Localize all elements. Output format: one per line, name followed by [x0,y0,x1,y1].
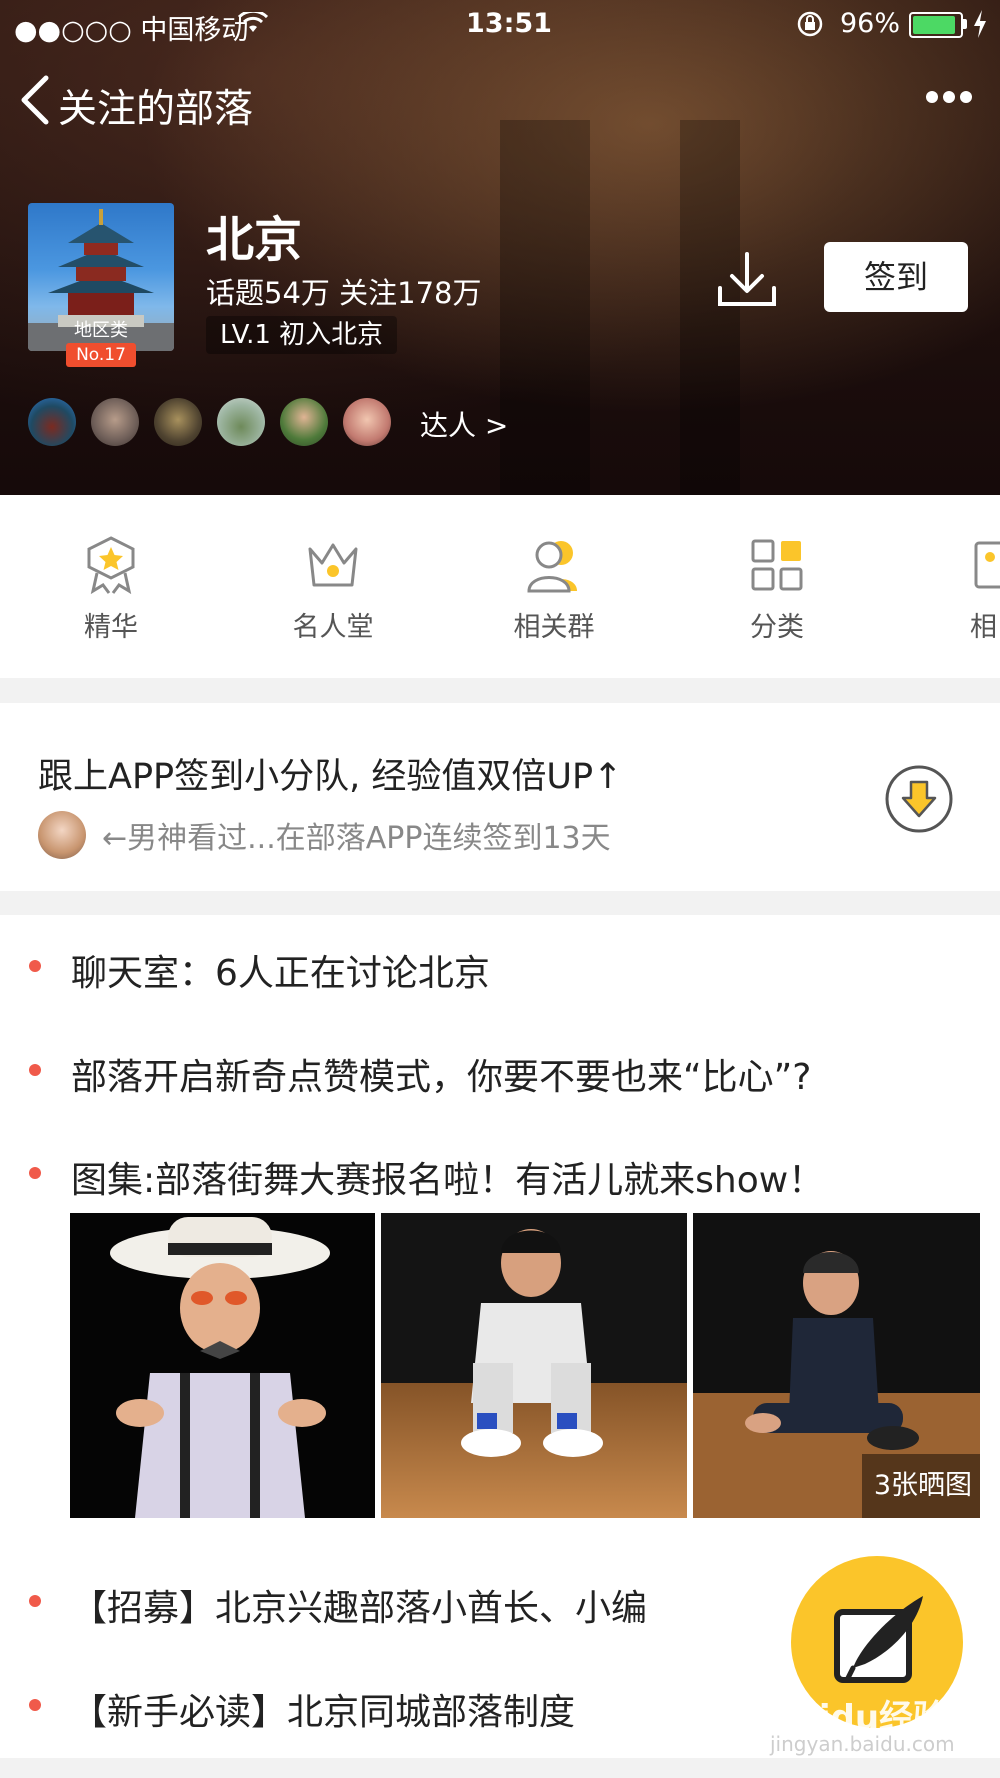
level-badge: LV.1 初入北京 [206,316,398,354]
avatar[interactable] [154,398,202,446]
avatar[interactable] [28,398,76,446]
watermark-url: jingyan.baidu.com [770,1732,955,1756]
star-badge-icon [87,536,135,595]
list-bullet [29,1167,41,1179]
crown-icon [308,543,358,587]
category-label: 地区类 [74,320,128,341]
post-title[interactable]: 部落开启新奇点赞模式，你要不要也来“比心”? [71,1048,811,1100]
background-pillar [500,120,590,495]
check-in-button[interactable]: 签到 [824,242,968,312]
list-bullet [29,1699,41,1711]
quick-nav-label: 精华 [84,612,138,643]
rank-badge: No.17 [66,343,136,367]
wifi-icon [238,12,268,32]
quick-nav-label: 名人堂 [292,612,374,643]
avatar[interactable] [217,398,265,446]
quick-nav-label: 相关群 [513,612,595,643]
battery-icon [909,12,963,38]
charging-icon [974,10,986,38]
quick-nav-essence[interactable]: 精华 [36,535,186,644]
avatar[interactable] [343,398,391,446]
post-title[interactable]: 【新手必读】北京同城部落制度 [71,1683,575,1735]
post-title[interactable]: 【招募】北京兴趣部落小酋长、小编 [71,1579,647,1631]
download-icon[interactable] [716,250,778,310]
carrier-label: ●●○○○ 中国移动 [14,15,249,46]
more-options-icon[interactable] [926,88,980,104]
list-bullet [29,1064,41,1076]
boy-with-hat-photo [110,1217,330,1518]
quick-nav-related-groups[interactable]: 相关群 [479,535,629,644]
page-title: 关注的部落 [58,87,254,132]
avatar[interactable] [280,398,328,446]
quick-nav-gallery[interactable]: 相 [922,535,1000,644]
status-bar: ●●○○○ 中国移动 13:51 96% [0,0,1000,50]
battery-tip [963,19,967,29]
download-app-icon[interactable] [884,764,954,834]
quick-nav-label: 相 [970,612,997,643]
post-title[interactable]: 聊天室：6人正在讨论北京 [71,944,490,996]
gallery-photo[interactable]: 3张晒图 [693,1213,980,1518]
quick-nav-categories[interactable]: 分类 [702,535,852,644]
quick-nav-label: 分类 [750,612,804,643]
experts-link[interactable]: 达人 > [420,404,508,444]
list-bullet [29,1595,41,1607]
list-bullet [29,960,41,972]
gallery-photo[interactable] [70,1213,375,1518]
post-title[interactable]: 图集:部落街舞大赛报名啦！有活儿就来show！ [71,1151,824,1203]
battery-percentage: 96% [840,8,901,39]
boy-sitting-photo [381,1229,687,1518]
group-icon [527,541,577,593]
promo-subtitle: ←男神看过...在部落APP连续签到13天 [102,821,611,856]
avatar[interactable] [91,398,139,446]
orientation-lock-icon [797,11,823,37]
checkin-promo-card[interactable]: 跟上APP签到小分队, 经验值双倍UP↑ ←男神看过...在部落APP连续签到1… [0,703,1000,891]
grid-icon [751,539,803,591]
tribe-name: 北京 [206,212,303,268]
gallery-photo[interactable] [381,1213,687,1518]
avatar [38,811,86,859]
quick-nav-hall-of-fame[interactable]: 名人堂 [258,535,408,644]
image-icon [974,541,1000,589]
tribe-stats: 话题54万 关注178万 [206,276,482,310]
quick-nav: 精华 名人堂 相关群 分类 相 [0,495,1000,678]
gallery-count-badge: 3张晒图 [861,1454,980,1518]
promo-title: 跟上APP签到小分队, 经验值双倍UP↑ [38,757,623,797]
back-arrow-icon[interactable] [16,70,56,130]
clock: 13:51 [466,8,552,39]
